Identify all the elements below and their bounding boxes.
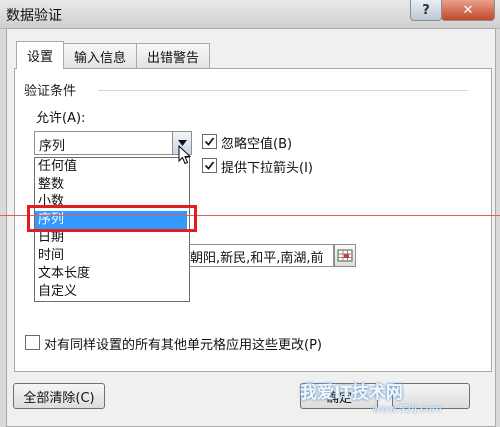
ignore-blank-label: 忽略空值(B) bbox=[221, 137, 293, 152]
checkmark-icon bbox=[204, 137, 215, 146]
tab-strip: 设置 输入信息 出错警告 bbox=[16, 41, 211, 69]
range-select-icon bbox=[337, 249, 353, 262]
highlight-box bbox=[27, 205, 197, 232]
section-divider bbox=[98, 90, 468, 91]
title-bar: 数据验证 ? ✕ bbox=[0, 0, 500, 29]
allow-label: 允许(A): bbox=[36, 111, 86, 126]
source-input-value: 朝阳,新民,和平,南湖,前 bbox=[190, 251, 324, 266]
help-button[interactable]: ? bbox=[410, 0, 442, 21]
watermark-url: www.52ij.com bbox=[372, 404, 442, 415]
in-cell-dropdown-checkbox[interactable] bbox=[202, 158, 217, 173]
dropdown-option[interactable]: 任何值 bbox=[38, 158, 77, 176]
range-select-button[interactable] bbox=[334, 244, 356, 267]
apply-all-checkbox[interactable] bbox=[25, 335, 40, 350]
dropdown-option[interactable]: 小数 bbox=[38, 193, 64, 205]
dropdown-option[interactable]: 时间 bbox=[38, 247, 64, 265]
section-title: 验证条件 bbox=[24, 84, 77, 99]
close-button[interactable]: ✕ bbox=[441, 0, 495, 21]
checkmark-icon bbox=[204, 161, 215, 170]
watermark-logo: 我爱IT技术网 bbox=[300, 383, 403, 403]
window-title: 数据验证 bbox=[6, 8, 62, 24]
in-cell-dropdown-label: 提供下拉箭头(I) bbox=[221, 161, 313, 176]
ignore-blank-checkbox[interactable] bbox=[202, 134, 217, 149]
source-input[interactable]: 朝阳,新民,和平,南湖,前 bbox=[187, 244, 334, 267]
dropdown-option[interactable]: 自定义 bbox=[38, 283, 77, 301]
tab-input-message[interactable]: 输入信息 bbox=[63, 43, 138, 68]
apply-all-label: 对有同样设置的所有其他单元格应用这些更改(P) bbox=[44, 338, 322, 353]
allow-combobox[interactable]: 序列 bbox=[34, 131, 192, 155]
tab-settings[interactable]: 设置 bbox=[16, 41, 65, 69]
mouse-cursor-icon bbox=[178, 145, 191, 165]
dropdown-option[interactable]: 整数 bbox=[38, 176, 64, 194]
allow-combobox-value: 序列 bbox=[39, 139, 66, 154]
dropdown-option[interactable]: 文本长度 bbox=[38, 265, 90, 283]
tab-error-alert[interactable]: 出错警告 bbox=[136, 43, 211, 68]
clear-all-button[interactable]: 全部清除(C) bbox=[13, 383, 105, 409]
